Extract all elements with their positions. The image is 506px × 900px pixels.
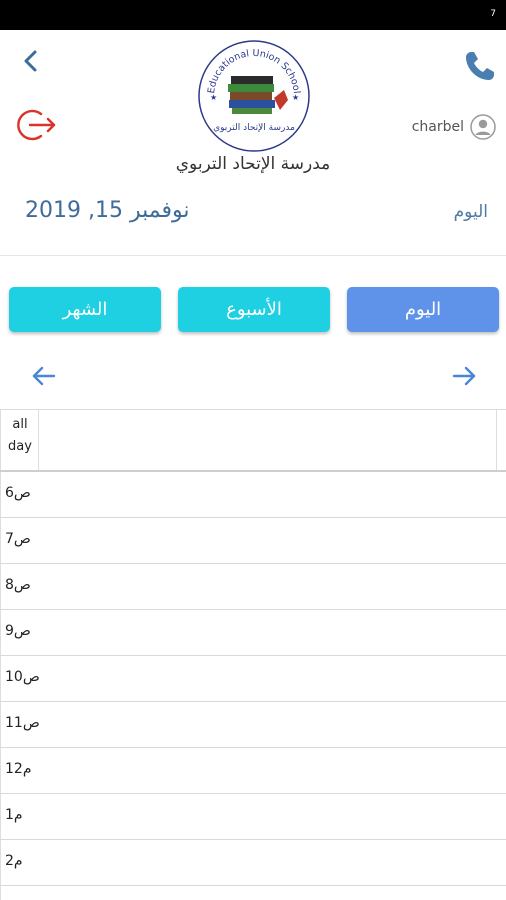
hour-label: م12 <box>5 761 32 777</box>
hour-row[interactable]: ص9 <box>0 610 506 656</box>
school-logo: Educational Union School مدرسة الإتحاد ا… <box>198 40 310 152</box>
month-view-button[interactable]: الشهر <box>9 287 161 332</box>
all-day-line1: all <box>12 417 28 432</box>
hour-row[interactable]: ص8 <box>0 564 506 610</box>
hour-label: ص9 <box>5 623 31 639</box>
all-day-right-border <box>496 410 497 470</box>
hour-label: م2 <box>5 853 23 869</box>
all-day-divider <box>38 410 39 470</box>
all-day-label: all day <box>3 414 37 458</box>
svg-text:★: ★ <box>292 93 299 102</box>
day-grid: all day ص6 ص7 ص8 ص9 ص10 ص11 م12 م1 م2 <box>0 409 506 886</box>
phone-icon[interactable] <box>462 48 498 84</box>
status-indicator: 7 <box>490 9 496 19</box>
logo-text-bottom: مدرسة الإتحاد التربوي <box>213 123 295 133</box>
hour-row[interactable]: ص7 <box>0 518 506 564</box>
user-avatar-icon <box>470 114 496 140</box>
chevron-left-icon[interactable] <box>18 48 44 74</box>
all-day-row[interactable]: all day <box>0 409 506 472</box>
user-name: charbel <box>411 119 464 135</box>
today-link[interactable]: اليوم <box>454 202 488 222</box>
hour-row[interactable]: ص6 <box>0 472 506 518</box>
logout-icon[interactable] <box>16 106 58 144</box>
hour-row[interactable]: ص10 <box>0 656 506 702</box>
hour-label: ص7 <box>5 531 31 547</box>
arrow-left-icon[interactable] <box>30 362 58 390</box>
hour-label: ص8 <box>5 577 31 593</box>
status-bar: 7 <box>0 0 506 30</box>
hour-row[interactable]: م12 <box>0 748 506 794</box>
hour-label: ص10 <box>5 669 40 685</box>
arrow-right-icon[interactable] <box>450 362 478 390</box>
hour-label: ص6 <box>5 485 31 501</box>
svg-text:★: ★ <box>210 93 217 102</box>
hour-row[interactable]: ص11 <box>0 702 506 748</box>
week-view-button[interactable]: الأسبوع <box>178 287 330 332</box>
current-date: نوفمبر 15, 2019 <box>25 198 190 223</box>
hour-label: م1 <box>5 807 23 823</box>
hour-label: ص11 <box>5 715 40 731</box>
all-day-line2: day <box>8 439 32 454</box>
hour-row[interactable]: م1 <box>0 794 506 840</box>
day-view-button[interactable]: اليوم <box>347 287 499 332</box>
hour-row[interactable]: م2 <box>0 840 506 886</box>
school-name: مدرسة الإتحاد التربوي <box>175 154 331 174</box>
user-profile[interactable]: charbel <box>412 113 496 141</box>
